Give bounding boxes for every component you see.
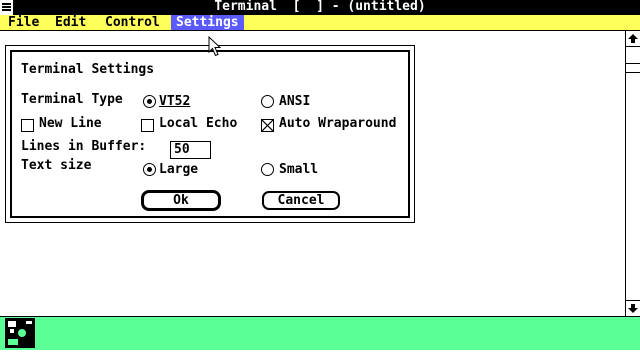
menu-settings[interactable]: Settings [171, 15, 244, 30]
menu-file[interactable]: File [3, 15, 44, 30]
large-radio[interactable] [143, 163, 156, 176]
auto-wraparound-label[interactable]: Auto Wraparound [279, 116, 396, 132]
menu-control[interactable]: Control [100, 15, 165, 30]
vt52-radio[interactable] [143, 95, 156, 108]
local-echo-label[interactable]: Local Echo [159, 116, 237, 132]
terminal-settings-dialog: Terminal Settings Terminal Type VT52 ANS… [5, 45, 415, 223]
text-size-label: Text size [21, 158, 92, 173]
dialog-frame: Terminal Settings Terminal Type VT52 ANS… [10, 50, 410, 218]
scroll-up-arrow-icon[interactable] [626, 31, 640, 47]
new-line-checkbox[interactable] [21, 119, 34, 132]
new-line-label[interactable]: New Line [39, 116, 102, 132]
lines-in-buffer-input[interactable]: 50 [170, 141, 211, 159]
menu-bar: File Edit Control Settings [0, 15, 640, 31]
vt52-label[interactable]: VT52 [159, 94, 190, 110]
desktop-icon-area [0, 316, 640, 350]
small-label[interactable]: Small [279, 162, 318, 178]
ansi-radio[interactable] [261, 95, 274, 108]
window-title: Terminal [ ] - (untitled) [214, 0, 426, 14]
dialog-title: Terminal Settings [21, 62, 155, 77]
ansi-label[interactable]: ANSI [279, 94, 310, 110]
vertical-scrollbar[interactable] [625, 31, 640, 316]
ok-button[interactable]: Ok [142, 191, 220, 210]
menu-edit[interactable]: Edit [50, 15, 91, 30]
scroll-thumb[interactable] [626, 63, 640, 73]
auto-wraparound-checkbox[interactable] [261, 119, 274, 132]
terminal-app-icon[interactable] [4, 317, 36, 349]
lines-in-buffer-label: Lines in Buffer: [21, 139, 147, 154]
title-bar[interactable]: Terminal [ ] - (untitled) [0, 0, 640, 15]
terminal-type-label: Terminal Type [21, 92, 123, 107]
scroll-down-arrow-icon[interactable] [626, 300, 640, 316]
local-echo-checkbox[interactable] [141, 119, 154, 132]
cancel-button[interactable]: Cancel [262, 191, 340, 210]
large-label[interactable]: Large [159, 162, 198, 178]
mouse-pointer-icon [208, 35, 222, 58]
system-menu-icon[interactable] [0, 0, 14, 15]
small-radio[interactable] [261, 163, 274, 176]
